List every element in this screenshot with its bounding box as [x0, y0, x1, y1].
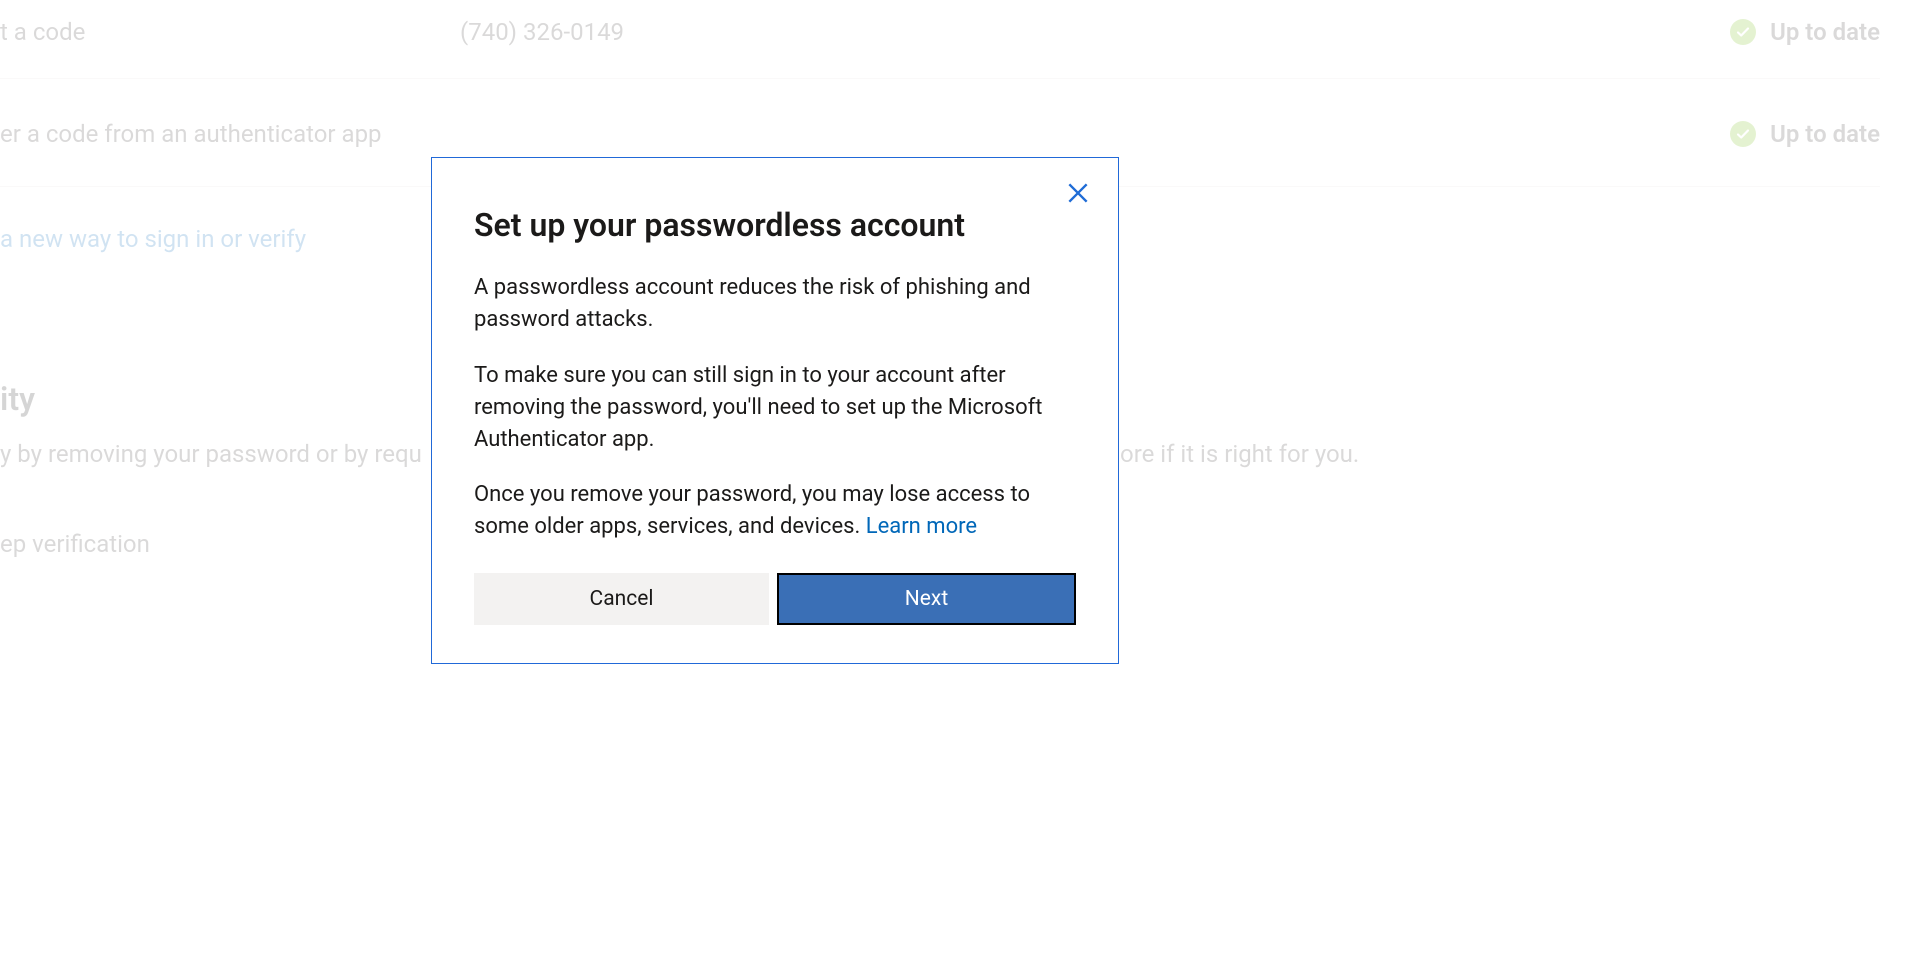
dialog-title: Set up your passwordless account	[474, 206, 1076, 244]
dialog-paragraph-3: Once you remove your password, you may l…	[474, 479, 1076, 543]
dialog-button-row: Cancel Next	[474, 573, 1076, 625]
next-button[interactable]: Next	[777, 573, 1076, 625]
dialog-paragraph-2: To make sure you can still sign in to yo…	[474, 360, 1076, 456]
passwordless-setup-dialog: Set up your passwordless account A passw…	[431, 157, 1119, 664]
learn-more-link[interactable]: Learn more	[866, 514, 977, 539]
close-icon	[1065, 180, 1091, 209]
dialog-paragraph-1: A passwordless account reduces the risk …	[474, 272, 1076, 336]
close-button[interactable]	[1058, 174, 1098, 214]
cancel-button[interactable]: Cancel	[474, 573, 769, 625]
